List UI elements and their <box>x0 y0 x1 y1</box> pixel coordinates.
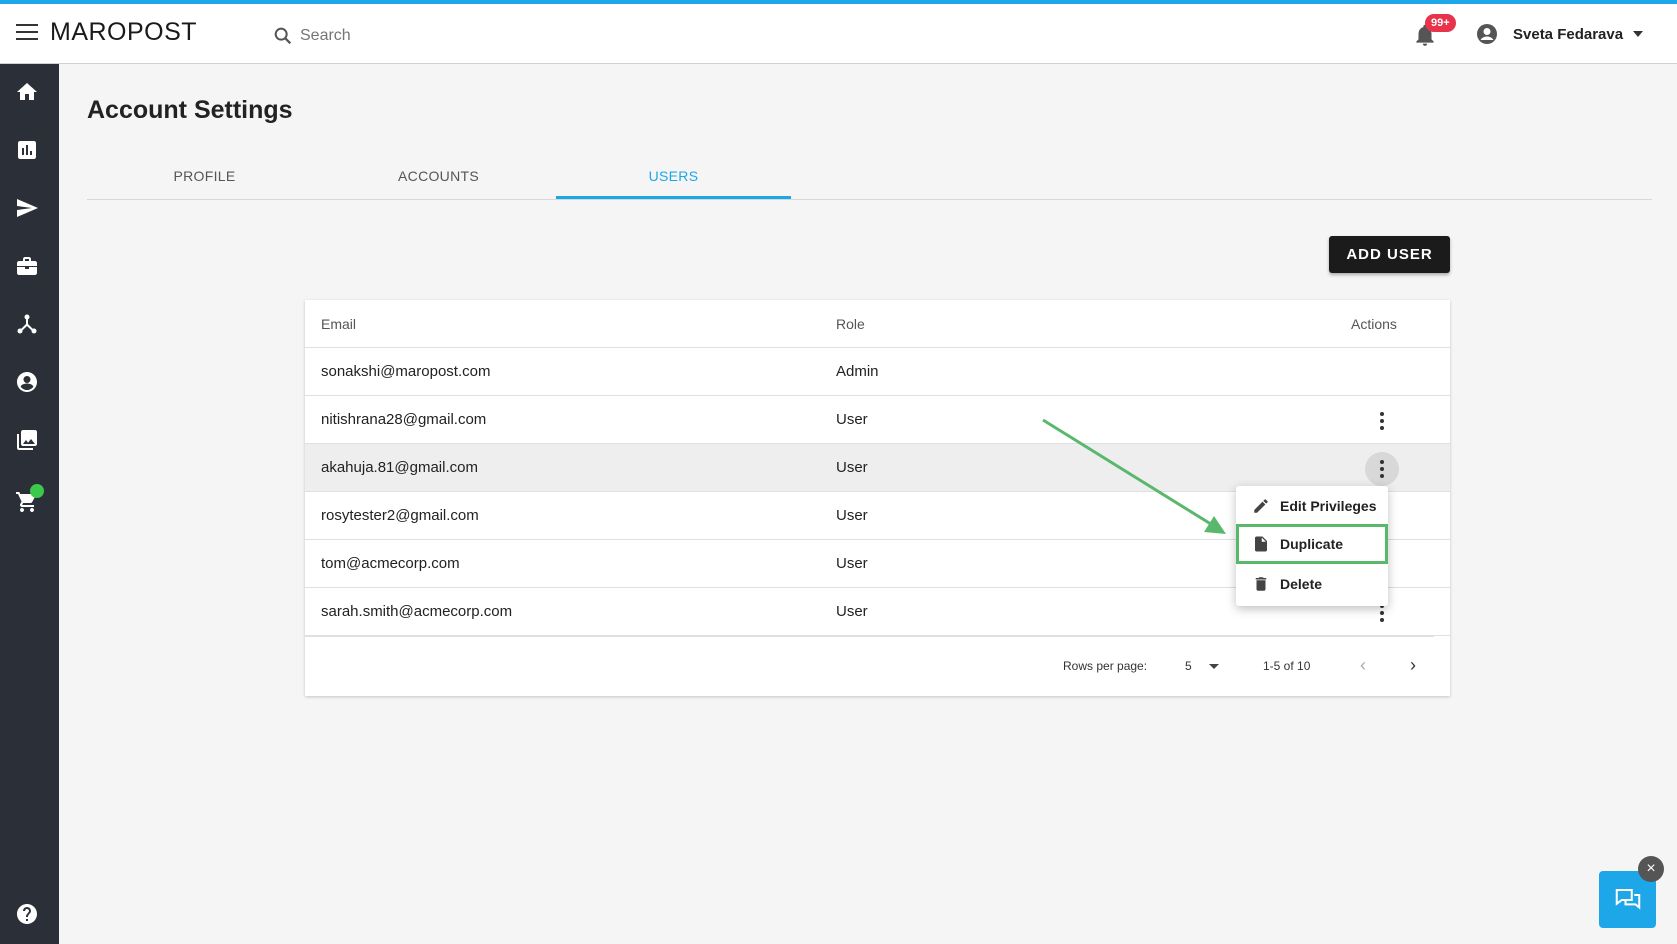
row-actions-menu: Edit Privileges Duplicate Delete <box>1236 486 1388 606</box>
page-title: Account Settings <box>87 96 293 124</box>
tab-profile[interactable]: PROFILE <box>87 168 322 184</box>
row-role: Admin <box>836 363 879 380</box>
search-bar[interactable] <box>272 22 592 50</box>
account-circle-icon <box>1477 24 1497 44</box>
row-email: rosytester2@gmail.com <box>321 507 479 524</box>
help-icon[interactable] <box>15 902 39 926</box>
table-row: akahuja.81@gmail.com User <box>305 444 1450 492</box>
pagination-range: 1-5 of 10 <box>1263 659 1311 673</box>
menu-item-edit-privileges[interactable]: Edit Privileges <box>1236 486 1388 526</box>
status-dot <box>30 484 44 498</box>
active-tab-indicator <box>556 196 791 199</box>
row-email: tom@acmecorp.com <box>321 555 460 572</box>
chevron-down-icon[interactable] <box>1209 664 1219 669</box>
search-input[interactable] <box>300 27 560 45</box>
chevron-down-icon <box>1633 31 1644 37</box>
account-circle-icon[interactable] <box>15 370 39 394</box>
home-icon[interactable] <box>15 80 39 104</box>
document-icon <box>1255 536 1267 552</box>
table-row: nitishrana28@gmail.com User <box>305 396 1450 444</box>
close-icon[interactable]: × <box>1638 856 1664 882</box>
pencil-icon <box>1254 499 1268 513</box>
menu-item-duplicate[interactable]: Duplicate <box>1236 524 1388 564</box>
top-bar: MAROPOST 99+ Sveta Fedarava <box>0 4 1677 64</box>
tab-bar: PROFILE ACCOUNTS USERS <box>87 158 1652 200</box>
tab-users[interactable]: USERS <box>556 168 791 184</box>
column-header-role: Role <box>836 316 865 332</box>
more-actions-button[interactable] <box>1365 404 1399 438</box>
row-email: sonakshi@maropost.com <box>321 363 491 380</box>
next-page-icon[interactable]: › <box>1410 655 1416 676</box>
row-role: User <box>836 507 868 524</box>
menu-icon[interactable] <box>16 24 38 42</box>
row-email: nitishrana28@gmail.com <box>321 411 487 428</box>
menu-item-label: Edit Privileges <box>1280 498 1377 514</box>
row-role: User <box>836 603 868 620</box>
user-menu[interactable]: Sveta Fedarava <box>1475 22 1644 46</box>
chat-icon <box>1615 888 1640 910</box>
maropost-logo: MAROPOST <box>50 18 198 46</box>
table-pagination: Rows per page: 5 1-5 of 10 ‹ › <box>305 636 1434 696</box>
previous-page-icon[interactable]: ‹ <box>1360 655 1366 676</box>
menu-item-delete[interactable]: Delete <box>1236 564 1388 604</box>
row-email: sarah.smith@acmecorp.com <box>321 603 513 620</box>
search-icon <box>274 27 292 45</box>
sidebar <box>0 64 59 944</box>
tab-accounts[interactable]: ACCOUNTS <box>321 168 556 184</box>
menu-item-label: Duplicate <box>1280 536 1344 552</box>
trash-icon <box>1255 577 1267 591</box>
bar-chart-icon[interactable] <box>15 138 39 162</box>
user-name: Sveta Fedarava <box>1513 25 1624 43</box>
column-header-actions: Actions <box>1351 316 1397 332</box>
row-role: User <box>836 555 868 572</box>
table-header: Email Role Actions <box>305 300 1450 348</box>
briefcase-icon[interactable] <box>15 254 39 278</box>
rows-per-page-label: Rows per page: <box>1063 659 1148 673</box>
image-gallery-icon[interactable] <box>15 428 39 452</box>
row-role: User <box>836 459 868 476</box>
row-role: User <box>836 411 868 428</box>
row-email: akahuja.81@gmail.com <box>321 459 478 476</box>
add-user-button[interactable]: ADD USER <box>1329 236 1450 273</box>
table-row: sonakshi@maropost.com Admin <box>305 348 1450 396</box>
column-header-email: Email <box>321 316 357 332</box>
network-icon[interactable] <box>15 312 39 336</box>
notification-badge: 99+ <box>1425 14 1456 32</box>
more-actions-button[interactable] <box>1365 452 1399 486</box>
send-icon[interactable] <box>15 196 39 220</box>
rows-per-page-select[interactable]: 5 <box>1185 659 1192 673</box>
menu-item-label: Delete <box>1280 576 1323 592</box>
